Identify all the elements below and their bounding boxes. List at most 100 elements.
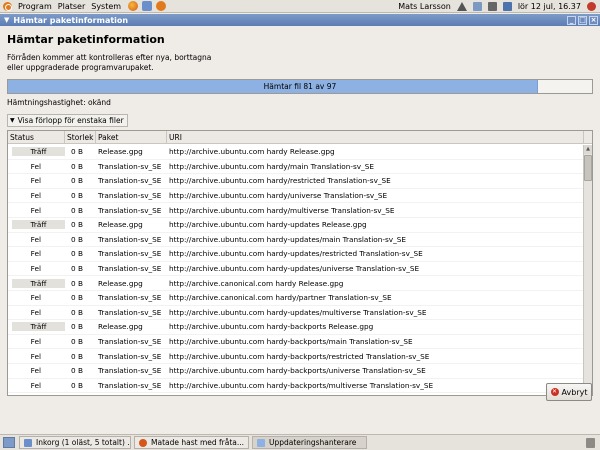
table-row[interactable]: Fel 0 B Translation-sv_SE http://archive.ub…	[8, 189, 584, 204]
table-row[interactable]: Träff 0 B Release.gpg http://archive.canoni…	[8, 276, 584, 291]
table-row[interactable]: Fel 0 B Translation-sv_SE http://archive.ca…	[8, 291, 584, 306]
cell-size: 0 B	[71, 351, 83, 361]
expander-label: Visa förlopp för enstaka filer	[17, 116, 124, 125]
cell-size: 0 B	[71, 205, 83, 215]
cell-status: Fel	[30, 161, 41, 171]
cell-package: Translation-sv_SE	[98, 351, 162, 361]
table-row[interactable]: Fel 0 B Translation-sv_SE http://archive.ub…	[8, 306, 584, 321]
table-row[interactable]: Fel 0 B Translation-sv_SE http://archive.ub…	[8, 364, 584, 379]
window-menu-icon[interactable]: ▼	[4, 16, 9, 24]
status-hit-badge: Träff	[12, 322, 65, 332]
cancel-button[interactable]: ✕ Avbryt	[546, 383, 592, 401]
show-desktop-icon[interactable]	[3, 437, 15, 448]
cell-package: Translation-sv_SE	[98, 366, 162, 376]
user-name[interactable]: Mats Larsson	[398, 2, 451, 11]
table-row[interactable]: Fel 0 B Translation-sv_SE http://archive.ub…	[8, 262, 584, 277]
description-line: Förråden kommer att kontrolleras efter n…	[7, 53, 212, 62]
cell-status: Fel	[30, 205, 41, 215]
cell-size: 0 B	[71, 322, 83, 332]
cell-size: 0 B	[71, 147, 83, 157]
cell-package: Translation-sv_SE	[98, 191, 162, 201]
mail-icon[interactable]	[142, 1, 153, 11]
cell-uri: http://archive.ubuntu.com hardy/main Tra…	[169, 161, 374, 171]
cell-uri: http://archive.ubuntu.com hardy/multiver…	[169, 205, 395, 215]
cell-size: 0 B	[71, 176, 83, 186]
cell-status: Fel	[30, 307, 41, 317]
cell-uri: http://archive.ubuntu.com hardy-updates/…	[169, 249, 423, 259]
table-row[interactable]: Träff 0 B Release.gpg http://archive.ubuntu…	[8, 145, 584, 160]
minimize-button[interactable]: _	[567, 15, 576, 25]
details-expander[interactable]: ▼ Visa förlopp för enstaka filer	[7, 114, 128, 127]
cell-package: Translation-sv_SE	[98, 176, 162, 186]
cell-package: Translation-sv_SE	[98, 234, 162, 244]
cell-package: Translation-sv_SE	[98, 161, 162, 171]
column-header-status[interactable]: Status	[8, 131, 65, 144]
cell-status: Träff	[8, 278, 65, 288]
table-row[interactable]: Träff 0 B Release.gpg http://archive.ubuntu…	[8, 320, 584, 335]
network-icon[interactable]	[472, 1, 482, 11]
table-row[interactable]: Fel 0 B Translation-sv_SE http://archive.ub…	[8, 203, 584, 218]
dialog-heading: Hämtar paketinformation	[7, 33, 165, 46]
cell-status: Träff	[8, 322, 65, 332]
cell-status: Fel	[30, 191, 41, 201]
cell-uri: http://archive.ubuntu.com hardy/universe…	[169, 191, 388, 201]
update-manager-icon	[257, 438, 265, 447]
help-icon[interactable]	[156, 1, 167, 11]
dialog-description: Förråden kommer att kontrolleras efter n…	[7, 53, 267, 73]
progress-text: Hämtar fil 81 av 97	[263, 82, 337, 91]
table-row[interactable]: Fel 0 B Translation-sv_SE http://archive.ub…	[8, 335, 584, 350]
task-update-manager[interactable]: Uppdateringshanterare	[252, 436, 367, 449]
column-header-uri[interactable]: URI	[167, 131, 584, 144]
menu-platser[interactable]: Platser	[55, 0, 88, 13]
menu-system[interactable]: System	[88, 0, 124, 13]
cell-status: Fel	[30, 366, 41, 376]
cell-size: 0 B	[71, 161, 83, 171]
cell-package: Translation-sv_SE	[98, 249, 162, 259]
cell-package: Release.gpg	[98, 322, 143, 332]
table-row[interactable]: Fel 0 B Translation-sv_SE http://archive.ub…	[8, 160, 584, 175]
task-firefox[interactable]: Matade hast med fråta...	[134, 436, 249, 449]
firefox-icon[interactable]	[128, 1, 139, 11]
shutdown-icon[interactable]	[587, 1, 596, 11]
table-row[interactable]: Fel 0 B Translation-sv_SE http://archive.ub…	[8, 247, 584, 262]
trash-icon[interactable]	[586, 437, 595, 448]
task-label: Matade hast med fråta...	[151, 438, 245, 447]
top-panel: Program Platser System Mats Larsson lör …	[0, 0, 600, 13]
scroll-up-icon[interactable]: ▲	[584, 145, 592, 154]
cell-package: Release.gpg	[98, 147, 143, 157]
clock[interactable]: lör 12 jul, 16.37	[518, 2, 581, 11]
window-titlebar[interactable]: ▼ Hämtar paketinformation _ □ ×	[0, 14, 600, 26]
window-title: Hämtar paketinformation	[13, 15, 129, 25]
cell-uri: http://archive.ubuntu.com hardy-backport…	[169, 366, 426, 376]
mail-icon[interactable]	[502, 1, 512, 11]
cell-uri: http://archive.canonical.com hardy/partn…	[169, 293, 392, 303]
table-row[interactable]: Träff 0 B Release.gpg http://archive.ubuntu…	[8, 218, 584, 233]
ubuntu-logo-icon[interactable]	[3, 1, 12, 11]
menu-program[interactable]: Program	[15, 0, 55, 13]
warning-icon[interactable]	[456, 1, 467, 11]
maximize-button[interactable]: □	[578, 15, 587, 25]
table-row[interactable]: Fel 0 B Translation-sv_SE http://archive.ub…	[8, 379, 584, 394]
cancel-icon: ✕	[550, 388, 559, 396]
column-header-package[interactable]: Paket	[96, 131, 167, 144]
cell-uri: http://archive.ubuntu.com hardy-updates/…	[169, 264, 420, 274]
cell-size: 0 B	[71, 249, 83, 259]
expander-arrow-icon: ▼	[10, 117, 15, 124]
table-row[interactable]: Fel 0 B Translation-sv_SE http://archive.ub…	[8, 349, 584, 364]
dialog-window: Hämtar paketinformation Förråden kommer …	[0, 26, 600, 434]
task-mail[interactable]: Inkorg (1 oläst, 5 totalt) ...	[19, 436, 131, 449]
table-row[interactable]: Fel 0 B Translation-sv_SE http://archive.ub…	[8, 233, 584, 248]
firefox-icon	[139, 438, 147, 447]
cell-uri: http://archive.ubuntu.com hardy-updates …	[169, 220, 367, 230]
cell-size: 0 B	[71, 278, 83, 288]
column-header-size[interactable]: Storlek	[65, 131, 96, 144]
close-button[interactable]: ×	[589, 15, 598, 25]
cell-uri: http://archive.ubuntu.com hardy-updates/…	[169, 307, 427, 317]
table-row[interactable]: Fel 0 B Translation-sv_SE http://archive.ub…	[8, 174, 584, 189]
scrollbar-thumb[interactable]	[584, 155, 592, 181]
vertical-scrollbar[interactable]: ▲ ▼	[583, 145, 592, 395]
cell-status: Fel	[30, 249, 41, 259]
cancel-label: Avbryt	[561, 387, 588, 397]
volume-icon[interactable]	[487, 1, 497, 11]
cell-uri: http://archive.ubuntu.com hardy-backport…	[169, 380, 434, 390]
